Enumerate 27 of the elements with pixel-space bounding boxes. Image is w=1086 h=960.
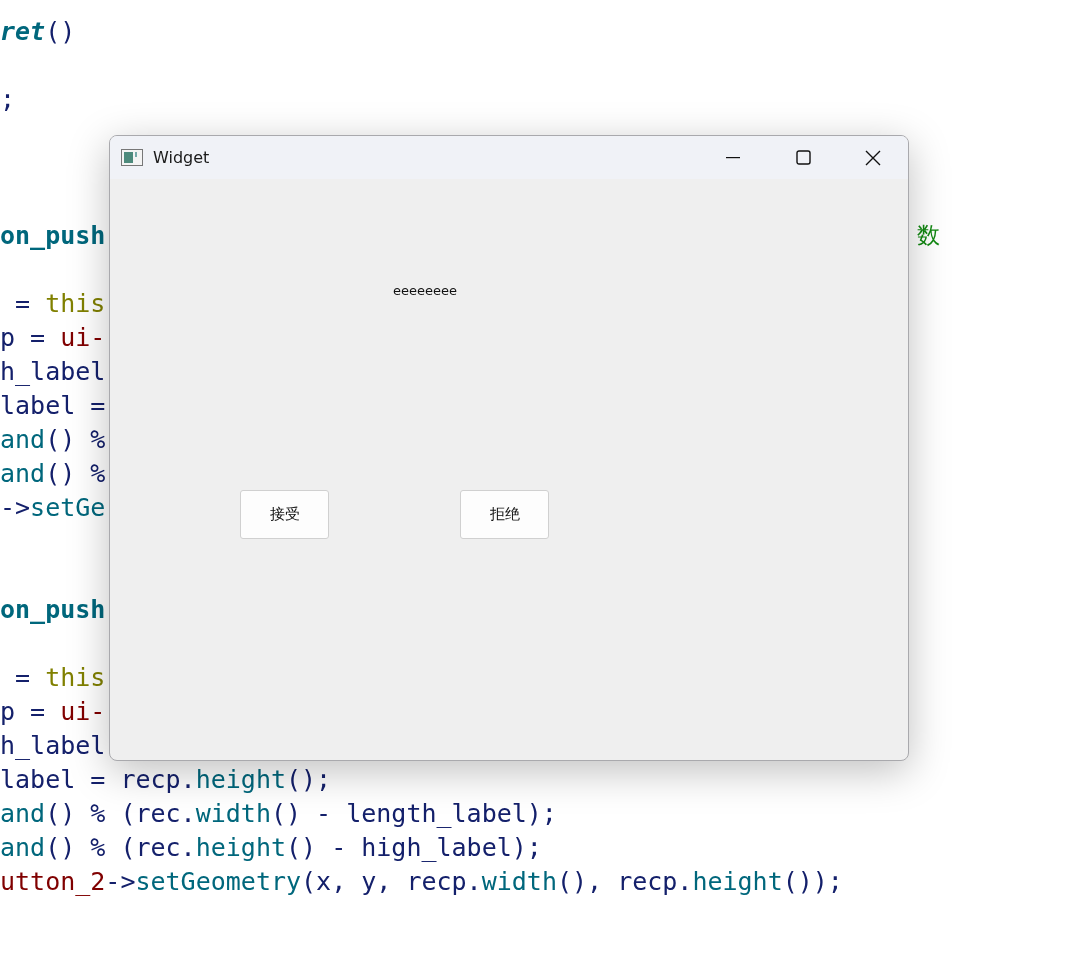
code-line: and() %	[0, 458, 106, 488]
code-line: p = ui-	[0, 322, 106, 352]
code-line: on_push	[0, 220, 106, 250]
window-title: Widget	[153, 148, 211, 167]
push-button[interactable]: 拒绝	[460, 490, 549, 539]
code-line: h_label	[0, 730, 106, 760]
minimize-icon	[726, 156, 740, 159]
code-line: = this	[14, 288, 106, 318]
code-line: on_push	[0, 594, 106, 624]
code-line: ->setGe	[0, 492, 106, 522]
code-line: h_label	[0, 356, 106, 386]
close-icon	[865, 149, 881, 166]
code-line: label = recp.height();	[0, 764, 332, 794]
maximize-icon	[795, 150, 811, 165]
code-line: label =	[0, 390, 106, 420]
code-line: and() % (rec.height() - high_label);	[0, 832, 542, 862]
code-line: ;	[0, 84, 16, 114]
code-line: ret()	[0, 16, 76, 46]
code-line: utton_2->setGeometry(x, y, recp.width(), recp.height());	[0, 866, 843, 896]
code-line: and() %	[0, 424, 106, 454]
code-line: p = ui-	[0, 696, 106, 726]
text-label: eeeeeeee	[393, 283, 457, 298]
app-icon	[121, 149, 143, 166]
code-line: = this	[14, 662, 106, 692]
push-button[interactable]: 接受	[240, 490, 329, 539]
code-line: and() % (rec.width() - length_label);	[0, 798, 557, 828]
code-comment: 数	[917, 220, 940, 250]
